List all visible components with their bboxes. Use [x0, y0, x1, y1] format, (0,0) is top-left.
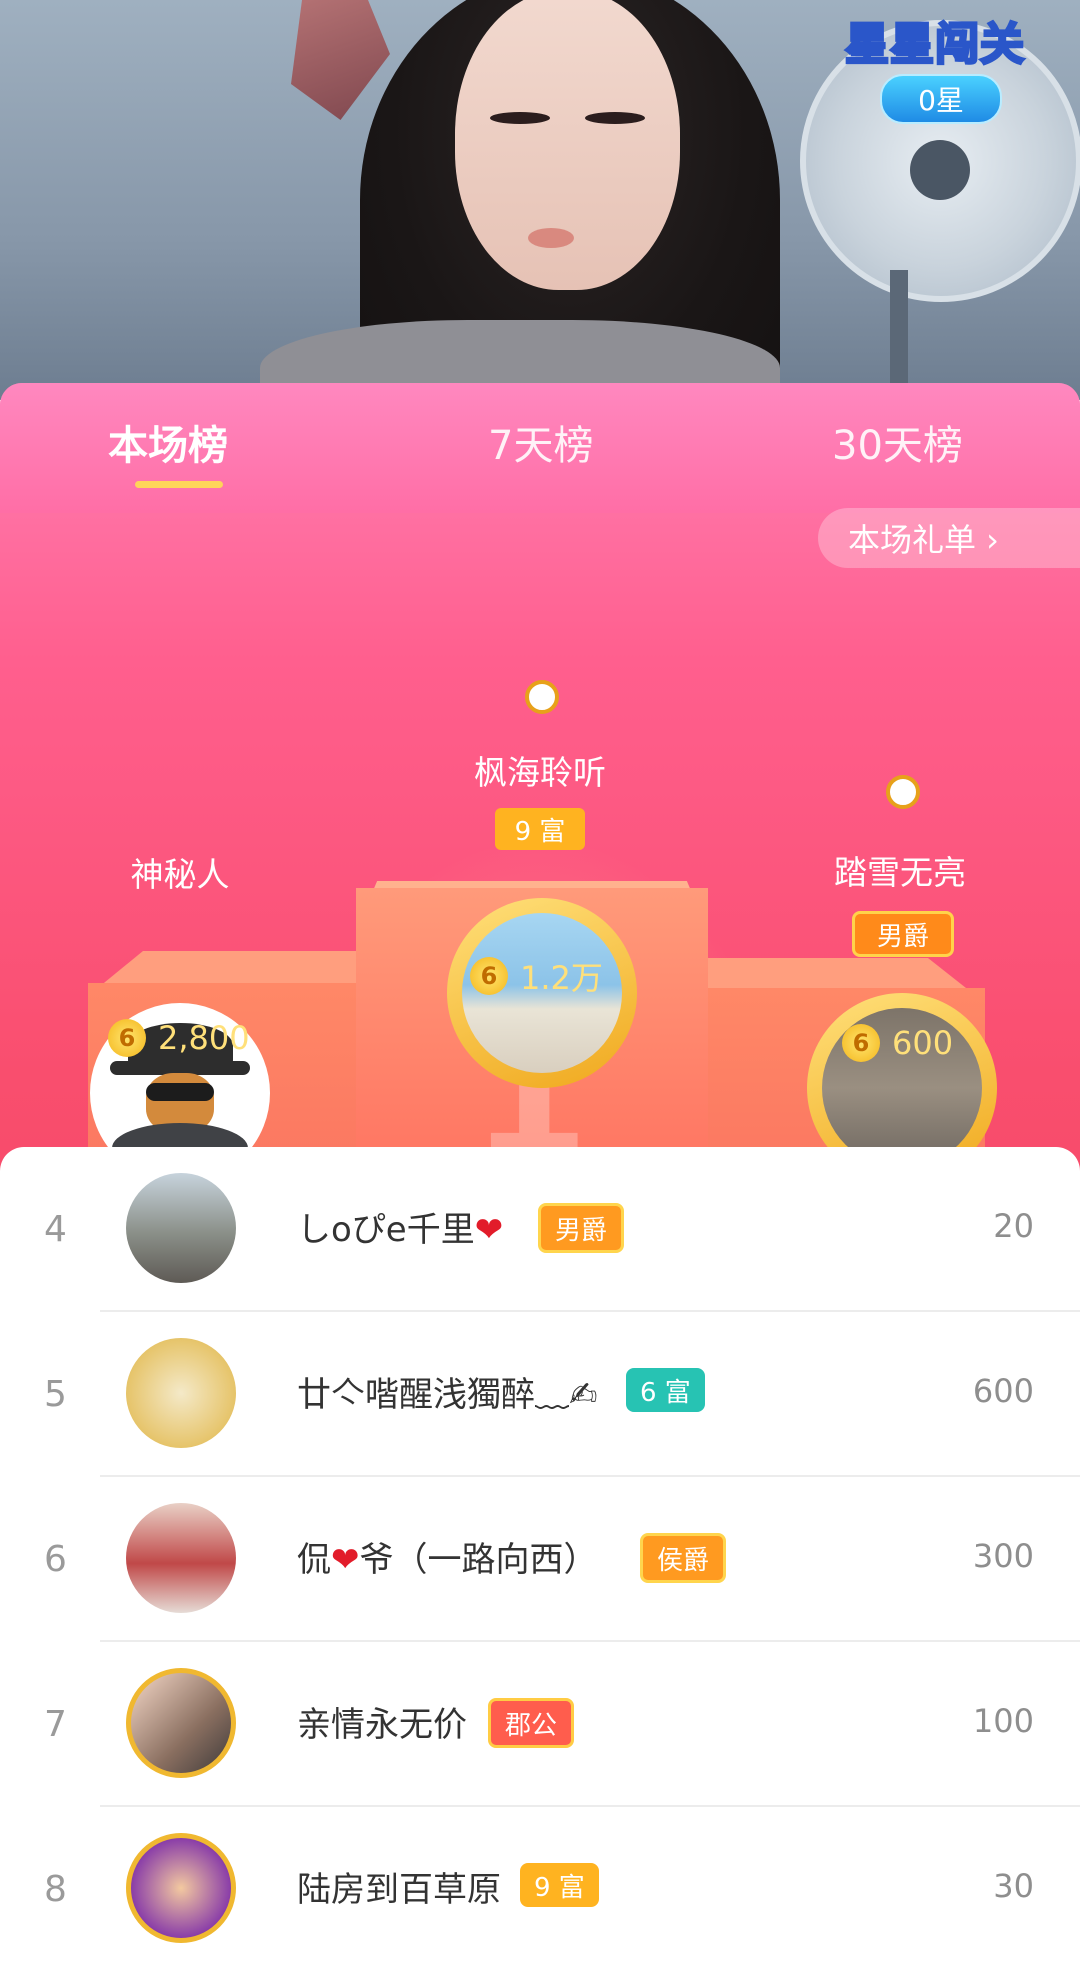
rank-number: 4 [44, 1209, 67, 1250]
avatar[interactable] [126, 1503, 236, 1613]
user-name-part-1: 侃 [297, 1540, 331, 1580]
frame-gem-icon [886, 775, 920, 809]
list-item[interactable]: 4 しoぴe千里❤ 男爵 20 [0, 1147, 1080, 1312]
rank-number: 8 [44, 1869, 67, 1910]
user-name: 廿亽喈醒浅獨醉﹏✍ [297, 1375, 598, 1415]
list-item[interactable]: 8 陆房到百草原 9 富 30 [0, 1807, 1080, 1972]
contribution-score: 20 [993, 1207, 1034, 1245]
user-name-text: しoぴe千里 [297, 1210, 475, 1250]
tab-this-session[interactable]: 本场榜 [108, 413, 228, 471]
wealth-level-badge: 6 富 [626, 1368, 705, 1412]
tab-bar: 本场榜 7天榜 30天榜 [0, 383, 1080, 513]
first-place-score: 6 1.2万 [470, 953, 603, 999]
wealth-level-badge: 9 富 [495, 808, 585, 850]
eye-right [585, 112, 645, 124]
third-place-name: 踏雪无亮 [834, 853, 966, 892]
wealth-level-badge: 9 富 [520, 1863, 599, 1907]
frame-gem-icon [525, 680, 559, 714]
list-item[interactable]: 7 亲情永无价 郡公 100 [0, 1642, 1080, 1807]
contribution-score: 100 [972, 1702, 1034, 1740]
lamp-center [910, 140, 970, 200]
avatar[interactable] [126, 1668, 236, 1778]
third-place-score-value: 600 [892, 1024, 954, 1062]
first-place-score-value: 1.2万 [520, 959, 603, 997]
rank-number: 7 [44, 1704, 67, 1745]
noble-rank-badge: 郡公 [488, 1698, 575, 1748]
gift-list-link[interactable]: 本场礼单 › [818, 508, 1080, 568]
noble-rank-badge: 男爵 [852, 911, 954, 957]
rank-number: 6 [44, 1539, 67, 1580]
user-name: しoぴe千里❤ [297, 1202, 503, 1251]
eye-left [490, 112, 550, 124]
coin-icon: 6 [470, 957, 508, 995]
heart-icon: ❤ [474, 1210, 504, 1250]
second-place-score-value: 2,800 [158, 1019, 250, 1057]
lamp-stand [890, 270, 908, 400]
coin-icon: 6 [108, 1019, 146, 1057]
first-place-name: 枫海聆听 [474, 753, 606, 792]
second-place-name: 神秘人 [130, 855, 230, 894]
active-tab-indicator [135, 481, 223, 488]
star-event-title[interactable]: 星星闯关 [844, 8, 1026, 72]
coin-icon: 6 [842, 1024, 880, 1062]
user-name: 亲情永无价 [297, 1705, 467, 1745]
noble-rank-badge: 男爵 [538, 1203, 625, 1253]
user-name: 陆房到百草原 [297, 1870, 501, 1910]
avatar[interactable] [126, 1833, 236, 1943]
contribution-score: 300 [972, 1537, 1034, 1575]
list-item[interactable]: 6 侃❤爷（一路向西） 侯爵 300 [0, 1477, 1080, 1642]
wall-decoration [291, 0, 390, 120]
noble-rank-badge: 侯爵 [640, 1533, 727, 1583]
third-place-score: 6 600 [842, 1024, 953, 1062]
list-item[interactable]: 5 廿亽喈醒浅獨醉﹏✍ 6 富 600 [0, 1312, 1080, 1477]
user-name-part-2: 爷（一路向西） [359, 1540, 598, 1580]
tab-7-days[interactable]: 7天榜 [488, 413, 593, 471]
avatar[interactable] [126, 1338, 236, 1448]
heart-icon: ❤ [331, 1540, 360, 1580]
tab-30-days[interactable]: 30天榜 [832, 413, 963, 471]
contribution-score: 30 [993, 1867, 1034, 1905]
second-place-score: 6 2,800 [108, 1019, 250, 1057]
mouth [528, 228, 574, 248]
streamer-face [455, 0, 680, 290]
user-name: 侃❤爷（一路向西） [297, 1532, 598, 1581]
star-count-pill[interactable]: 0星 [880, 74, 1002, 124]
rank-number: 5 [44, 1374, 67, 1415]
ranking-list: 4 しoぴe千里❤ 男爵 20 5 廿亽喈醒浅獨醉﹏✍ 6 富 600 6 侃❤… [0, 1147, 1080, 1943]
contribution-score: 600 [972, 1372, 1034, 1410]
avatar[interactable] [126, 1173, 236, 1283]
mystery-glasses [146, 1083, 214, 1101]
live-video: 星星闯关 0星 [0, 0, 1080, 400]
